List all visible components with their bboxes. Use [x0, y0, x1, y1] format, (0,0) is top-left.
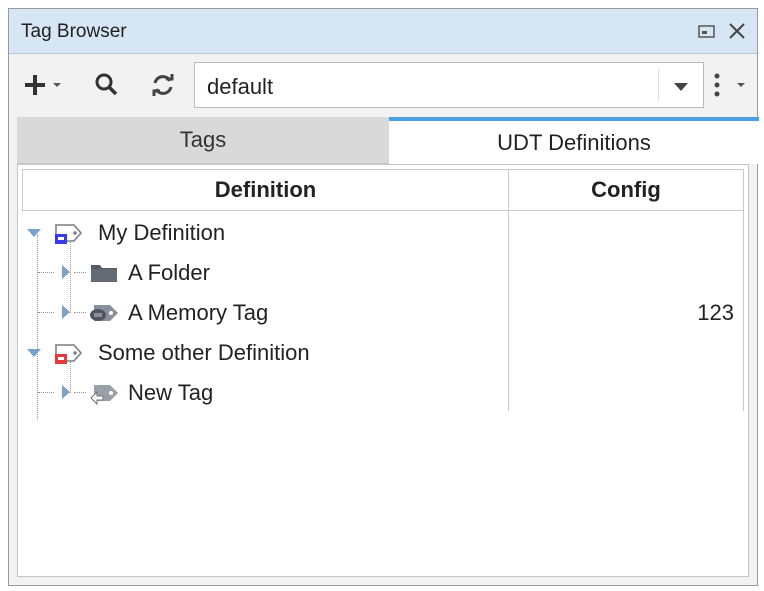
refresh-icon	[152, 74, 174, 96]
config-value: 123	[697, 300, 734, 325]
tree-item-label: A Folder	[128, 260, 210, 285]
tree-connector	[38, 392, 54, 393]
search-button[interactable]	[93, 71, 121, 99]
tree-row[interactable]: A Memory Tag 123	[22, 292, 744, 332]
title-bar: Tag Browser	[9, 9, 757, 54]
tree-item-label: A Memory Tag	[128, 300, 269, 325]
tree-item-label: Some other Definition	[98, 340, 310, 365]
plus-icon	[25, 75, 61, 95]
expression-tag-icon	[88, 380, 122, 406]
tree-row[interactable]: A Folder	[22, 252, 744, 292]
collapsed-arrow-icon[interactable]	[60, 384, 74, 400]
tree-connector	[38, 312, 54, 313]
expanded-arrow-icon[interactable]	[26, 346, 41, 362]
search-icon	[95, 73, 118, 96]
udt-tree-table: Definition Config My Definition A Folder…	[17, 164, 749, 577]
collapsed-arrow-icon[interactable]	[60, 264, 74, 280]
restore-window-icon[interactable]	[695, 19, 719, 43]
tree-connector	[38, 272, 54, 273]
refresh-button[interactable]	[149, 71, 177, 99]
tree-item-label: My Definition	[98, 220, 226, 245]
table-header: Definition Config	[22, 169, 744, 211]
tag-provider-value: default	[207, 74, 274, 99]
panel-title: Tag Browser	[21, 21, 127, 42]
tree-connector	[74, 392, 86, 393]
tree-row[interactable]: New Tag	[22, 372, 744, 412]
tree-row[interactable]: My Definition	[22, 212, 744, 252]
options-menu-button[interactable]	[709, 71, 749, 99]
folder-icon	[88, 260, 122, 286]
add-button[interactable]	[23, 71, 67, 99]
tree-row[interactable]: Some other Definition	[22, 332, 744, 372]
dropdown-arrow-icon[interactable]	[669, 75, 693, 97]
expanded-arrow-icon[interactable]	[26, 226, 41, 242]
udt-definition-icon	[54, 340, 88, 366]
column-header-config[interactable]: Config	[509, 170, 743, 210]
combo-divider	[658, 69, 659, 101]
udt-definition-icon	[54, 220, 88, 246]
tag-browser-panel: Tag Browser default Tags UDT Definitions…	[8, 8, 759, 586]
tag-provider-select[interactable]: default	[194, 62, 704, 108]
tab-udt-definitions[interactable]: UDT Definitions	[389, 117, 759, 164]
column-header-definition[interactable]: Definition	[23, 170, 509, 210]
toolbar: default	[9, 54, 757, 116]
close-icon[interactable]	[725, 19, 749, 43]
tree-connector	[74, 272, 86, 273]
memory-tag-icon	[88, 300, 122, 326]
collapsed-arrow-icon[interactable]	[60, 304, 74, 320]
tab-tags[interactable]: Tags	[17, 117, 389, 164]
kebab-menu-icon	[714, 73, 745, 97]
tab-strip: Tags UDT Definitions	[17, 117, 759, 164]
tree-item-label: New Tag	[128, 380, 214, 405]
tree-connector	[74, 312, 86, 313]
